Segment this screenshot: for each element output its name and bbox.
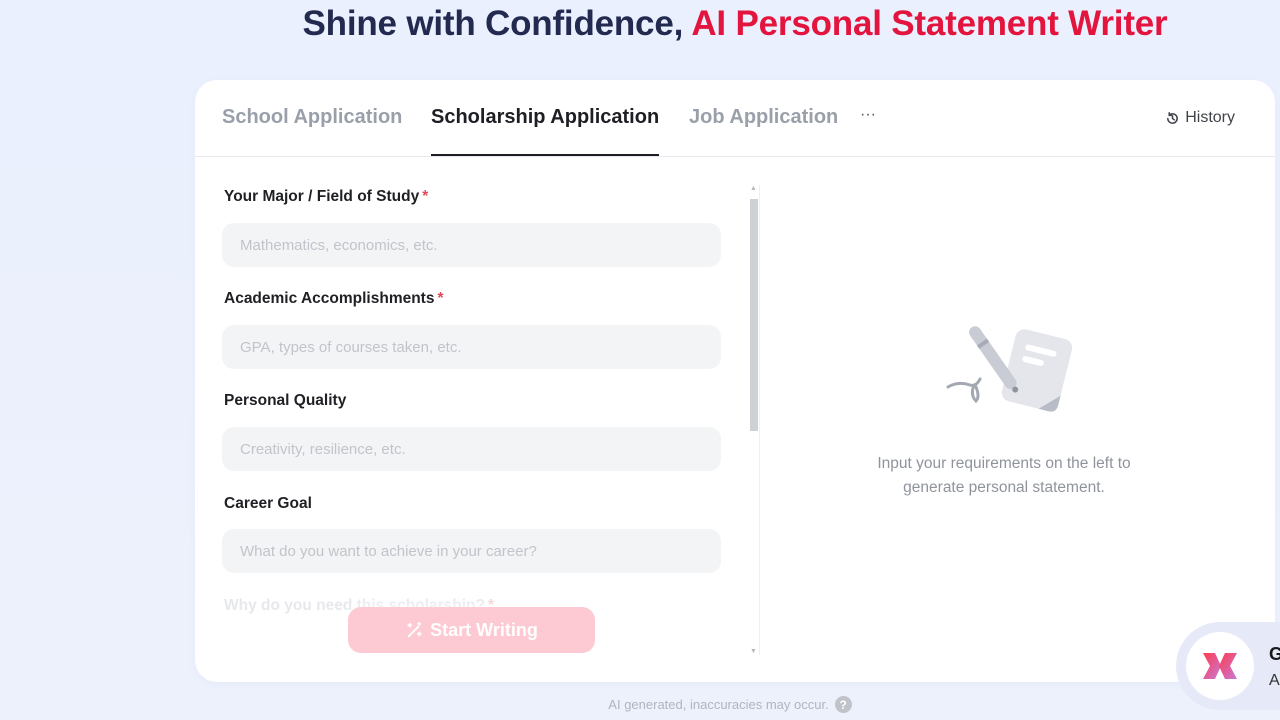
required-asterisk: * [422, 188, 429, 205]
disclaimer-text: AI generated, inaccuracies may occur. [608, 697, 829, 712]
major-input[interactable] [222, 223, 721, 267]
start-writing-button[interactable]: Start Writing [348, 607, 595, 653]
form-scrollbar[interactable]: ▲ ▼ [748, 185, 760, 655]
tab-scholarship-application[interactable]: Scholarship Application [431, 106, 660, 156]
tab-job-application[interactable]: Job Application [689, 106, 838, 129]
output-panel: Input your requirements on the left to g… [761, 180, 1275, 652]
field-label-major: Your Major / Field of Study * [224, 188, 429, 205]
application-tabs: School Application Scholarship Applicati… [195, 80, 1275, 157]
brand-logo-icon[interactable] [1186, 632, 1254, 700]
history-label: History [1185, 109, 1235, 126]
promo-widget[interactable]: G A [1176, 622, 1280, 710]
more-tabs-button[interactable]: ··· [860, 106, 876, 124]
required-asterisk: * [437, 290, 444, 307]
writer-card: School Application Scholarship Applicati… [195, 80, 1275, 682]
help-icon[interactable]: ? [834, 696, 852, 713]
scroll-up-arrow-icon[interactable]: ▲ [750, 185, 757, 192]
accomplishments-input[interactable] [222, 325, 721, 369]
history-button[interactable]: History [1165, 109, 1235, 127]
promo-title: G [1269, 644, 1280, 664]
field-label-personal-quality: Personal Quality [224, 392, 347, 409]
empty-state-message: Input your requirements on the left to g… [877, 455, 1131, 496]
tab-school-application[interactable]: School Application [222, 106, 402, 129]
start-writing-label: Start Writing [430, 619, 538, 640]
field-label-accomplishments: Academic Accomplishments * [224, 290, 444, 307]
magic-wand-icon [407, 621, 422, 637]
scholarship-form: Your Major / Field of Study* Academic Ac… [195, 180, 761, 652]
headline-main: Shine with Confidence, [302, 4, 684, 43]
field-label-career-goal: Career Goal [224, 495, 312, 512]
scroll-thumb[interactable] [750, 199, 758, 431]
personal-quality-input[interactable] [222, 427, 721, 471]
headline-accent: AI Personal Statement Writer [691, 4, 1168, 43]
ai-disclaimer: AI generated, inaccuracies may occur. ? [0, 696, 1280, 713]
scroll-down-arrow-icon[interactable]: ▼ [750, 648, 757, 655]
promo-subtitle: A [1269, 672, 1280, 689]
career-goal-input[interactable] [222, 529, 721, 573]
history-icon [1167, 111, 1179, 124]
page-headline: Shine with Confidence, AI Personal State… [0, 4, 1280, 50]
document-pen-icon [946, 326, 1073, 412]
